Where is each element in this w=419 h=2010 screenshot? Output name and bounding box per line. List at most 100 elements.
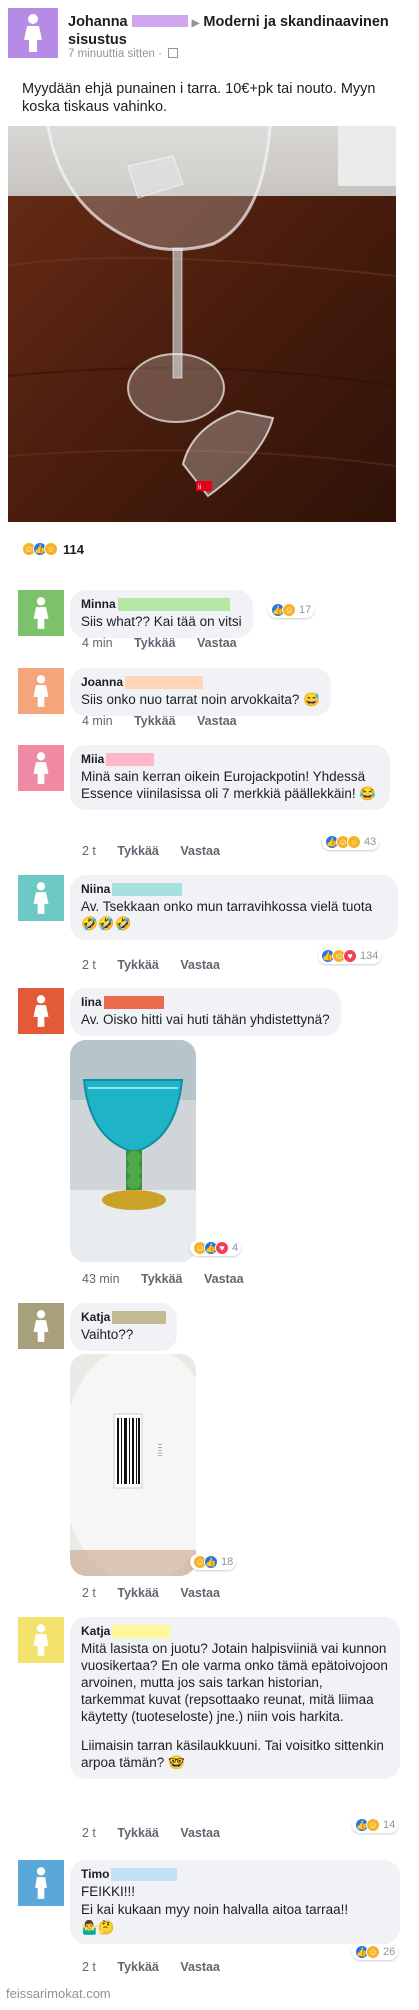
- person-icon: [33, 1624, 49, 1656]
- like-link[interactable]: Tykkää: [134, 714, 175, 728]
- poster-avatar[interactable]: [8, 8, 58, 58]
- person-icon: [33, 1310, 49, 1342]
- reply-link[interactable]: Vastaa: [180, 1960, 220, 1974]
- comment-actions: 2 t Tykkää Vastaa: [82, 1586, 238, 1600]
- person-icon: [35, 1867, 47, 1899]
- comment-reactions[interactable]: 👍 ☺ 14: [352, 1817, 399, 1833]
- comment-photo[interactable]: [70, 1040, 196, 1262]
- reaction-count: 26: [383, 1946, 396, 1958]
- comment-reactions[interactable]: 👍 ☺ 26: [352, 1944, 399, 1960]
- comment-emoji-line: 🤷‍♂️🤔: [81, 1920, 115, 1935]
- comment-time[interactable]: 2 t: [82, 1586, 96, 1600]
- comment-avatar[interactable]: [18, 745, 64, 791]
- redacted-surname: [117, 598, 230, 611]
- poster-name-line[interactable]: Johanna ▶ Moderni ja skandinaavinen sisu…: [68, 14, 398, 49]
- comment-reactions[interactable]: 👍 ☺ ♥ 134: [318, 948, 382, 964]
- comment-text: Mitä lasista on juotu? Jotain halpisviin…: [81, 1641, 388, 1724]
- like-link[interactable]: Tykkää: [117, 1586, 158, 1600]
- comment-text-second-paragraph: Liimaisin tarran käsilaukkuuni. Tai vois…: [81, 1738, 384, 1770]
- comment-time[interactable]: 2 t: [82, 1960, 96, 1974]
- redacted-surname: [112, 1311, 167, 1324]
- commenter-name[interactable]: Minna: [81, 597, 116, 612]
- reply-link[interactable]: Vastaa: [197, 714, 237, 728]
- like-reaction-icon: 👍: [204, 1555, 218, 1569]
- broken-glass-photo: ii: [8, 126, 396, 522]
- comment-avatar[interactable]: [18, 1617, 64, 1663]
- poster-name[interactable]: Johanna: [68, 14, 128, 30]
- like-link[interactable]: Tykkää: [141, 1272, 182, 1286]
- commenter-name[interactable]: Katja: [81, 1310, 110, 1325]
- comment-time[interactable]: 4 min: [82, 636, 113, 650]
- commenter-name[interactable]: Niina: [81, 882, 110, 897]
- reply-link[interactable]: Vastaa: [180, 958, 220, 972]
- comment-reactions[interactable]: 👍 ☺ 17: [268, 602, 315, 618]
- haha-reaction-icon: ☺: [282, 603, 296, 617]
- comment-time[interactable]: 2 t: [82, 958, 96, 972]
- comment-reactions[interactable]: 👍 ☺ ○ 43: [322, 834, 380, 850]
- wow-reaction-icon: ○: [44, 542, 58, 556]
- comment-bubble: Joanna Siis onko nuo tarrat noin arvokka…: [70, 668, 331, 716]
- post-photo[interactable]: ii: [8, 126, 396, 522]
- post-text: Myydään ehjä punainen i tarra. 10€+pk ta…: [22, 81, 376, 115]
- watermark: feissarimokat.com: [6, 1986, 111, 2001]
- reaction-count: 18: [221, 1556, 234, 1568]
- post-time[interactable]: 7 minuuttia sitten ·: [68, 48, 162, 60]
- comment-text: FEIKKI!!!: [81, 1884, 136, 1899]
- love-reaction-icon: ♥: [343, 949, 357, 963]
- reply-link[interactable]: Vastaa: [204, 1272, 244, 1286]
- reply-link[interactable]: Vastaa: [180, 1586, 220, 1600]
- reply-link[interactable]: Vastaa: [180, 1826, 220, 1840]
- comment-avatar[interactable]: [18, 668, 64, 714]
- comment-bubble: Miia Minä sain kerran oikein Eurojackpot…: [70, 745, 390, 810]
- comment-time[interactable]: 4 min: [82, 714, 113, 728]
- redacted-surname: [131, 15, 188, 27]
- redacted-surname: [112, 883, 183, 896]
- comment-bubble: Katja Vaihto??: [70, 1303, 178, 1351]
- comment-actions: 2 t Tykkää Vastaa: [82, 1960, 238, 1974]
- commenter-name[interactable]: Joanna: [81, 675, 123, 690]
- person-icon: [33, 752, 49, 784]
- comment-text: Siis onko nuo tarrat noin arvokkaita? 😅: [81, 692, 320, 707]
- commenter-name[interactable]: Katja: [81, 1624, 110, 1639]
- redacted-surname: [112, 1625, 171, 1638]
- commenter-name[interactable]: Miia: [81, 752, 104, 767]
- reaction-count: 134: [360, 950, 379, 962]
- comment-bubble: Katja Mitä lasista on juotu? Jotain halp…: [70, 1617, 400, 1779]
- comment-photo[interactable]: I I I I I: [70, 1354, 196, 1576]
- post-reactions[interactable]: ☺ 👍 ○ 114: [22, 540, 84, 558]
- comment-reactions[interactable]: ☺ 👍 ♥ 4: [190, 1240, 242, 1256]
- like-link[interactable]: Tykkää: [134, 636, 175, 650]
- comment-actions: 4 min Tykkää Vastaa: [82, 714, 255, 728]
- comment-avatar[interactable]: [18, 875, 64, 921]
- comment-time[interactable]: 43 min: [82, 1272, 120, 1286]
- commenter-name[interactable]: Timo: [81, 1867, 109, 1882]
- like-link[interactable]: Tykkää: [117, 1826, 158, 1840]
- comment-avatar[interactable]: [18, 988, 64, 1034]
- reaction-count: 14: [383, 1819, 396, 1831]
- reaction-count: 43: [364, 836, 377, 848]
- reply-link[interactable]: Vastaa: [180, 844, 220, 858]
- haha-reaction-icon: ☺: [366, 1818, 380, 1832]
- comment-actions: 2 t Tykkää Vastaa: [82, 844, 238, 858]
- commenter-name[interactable]: Iina: [81, 995, 102, 1010]
- comment-text: Av. Tsekkaan onko mun tarravihkossa viel…: [81, 899, 373, 931]
- comment-bubble: Niina Av. Tsekkaan onko mun tarravihkoss…: [70, 875, 398, 940]
- like-link[interactable]: Tykkää: [117, 958, 158, 972]
- reactions-count: 114: [63, 541, 84, 557]
- comment-avatar[interactable]: [18, 1860, 64, 1906]
- comment-text-second-line: Ei kai kukaan myy noin halvalla aitoa ta…: [81, 1902, 349, 1917]
- reply-link[interactable]: Vastaa: [197, 636, 237, 650]
- comment-bubble: Minna Siis what?? Kai tää on vitsi: [70, 590, 253, 638]
- comment-time[interactable]: 2 t: [82, 844, 96, 858]
- comment-text: Av. Oisko hitti vai huti tähän yhdistett…: [81, 1012, 330, 1027]
- comment-bubble: Iina Av. Oisko hitti vai huti tähän yhdi…: [70, 988, 341, 1036]
- comment-actions: 2 t Tykkää Vastaa: [82, 1826, 238, 1840]
- like-link[interactable]: Tykkää: [117, 1960, 158, 1974]
- like-link[interactable]: Tykkää: [117, 844, 158, 858]
- svg-text:I I I I I: I I I I I: [156, 1444, 162, 1457]
- comment-avatar[interactable]: [18, 1303, 64, 1349]
- comment-time[interactable]: 2 t: [82, 1826, 96, 1840]
- love-reaction-icon: ♥: [215, 1241, 229, 1255]
- comment-avatar[interactable]: [18, 590, 64, 636]
- comment-reactions[interactable]: ☺ 👍 18: [190, 1554, 237, 1570]
